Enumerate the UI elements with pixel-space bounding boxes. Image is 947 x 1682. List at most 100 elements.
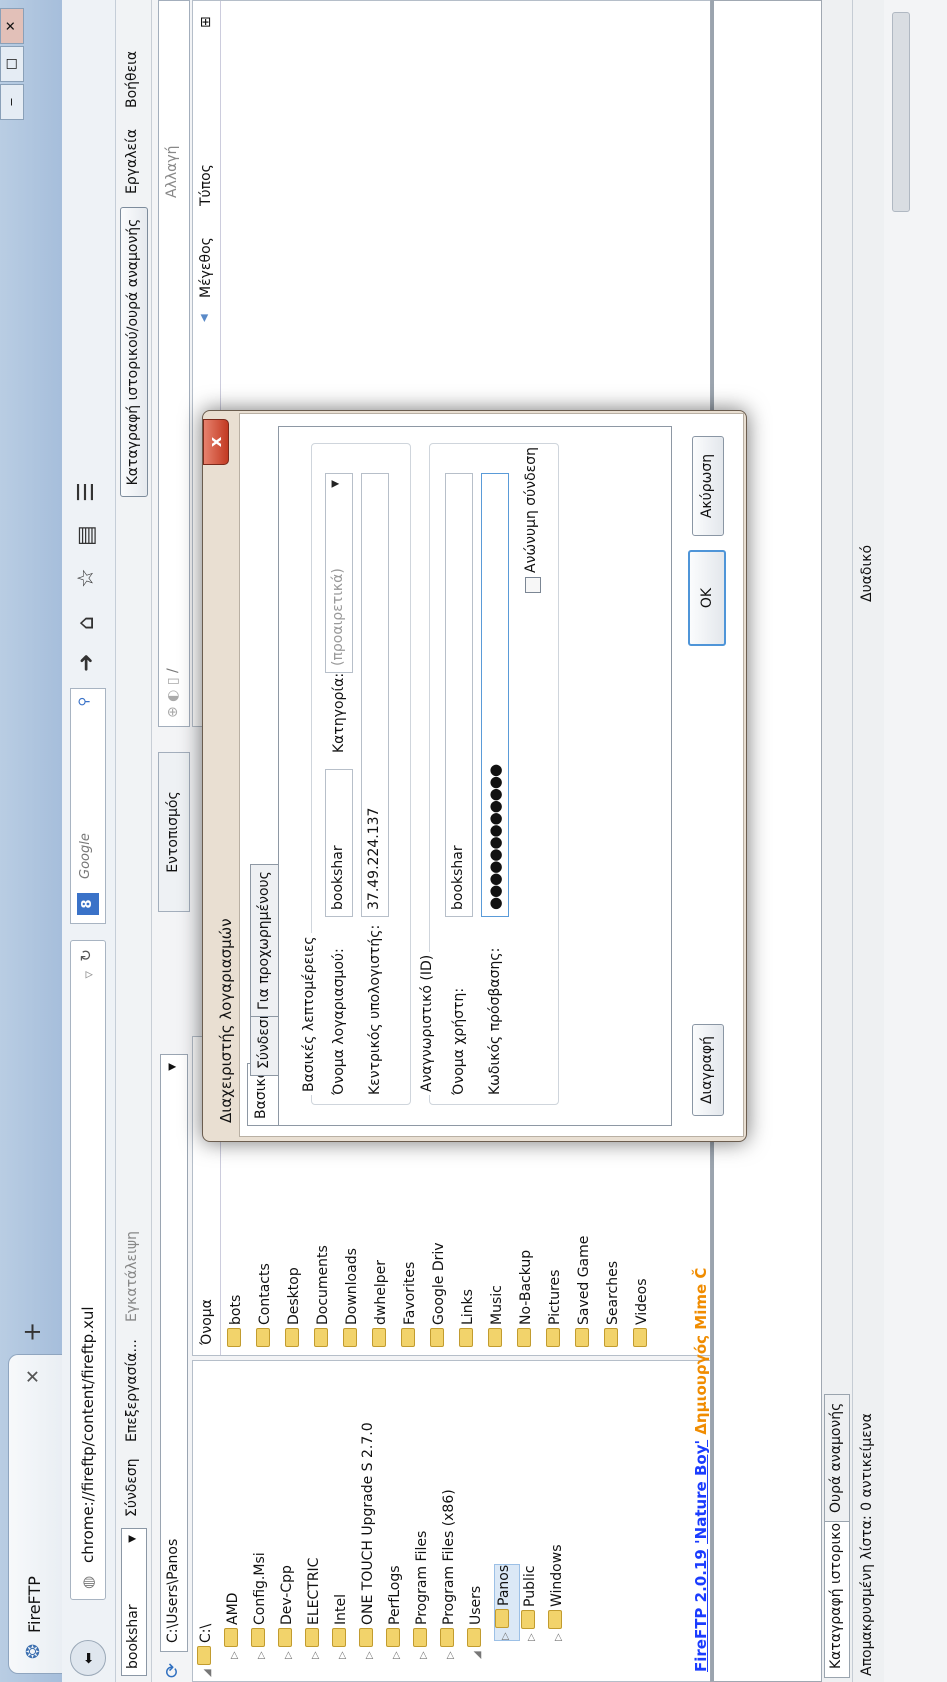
tree-item[interactable]: ▷ AMD	[224, 1593, 248, 1659]
version-link[interactable]: FireFTP 2.0.19	[692, 1549, 710, 1672]
file-row[interactable]: bots	[227, 1295, 249, 1347]
anonymous-checkbox[interactable]	[525, 577, 541, 593]
bookmarks-icon[interactable]: ▤	[74, 525, 99, 546]
connect-button[interactable]: Σύνδεση	[124, 1458, 140, 1517]
new-tab-button[interactable]: +	[18, 1322, 46, 1342]
collapsed-arrow-icon[interactable]: ▷	[418, 1647, 429, 1659]
collapsed-arrow-icon[interactable]: ▷	[256, 1647, 267, 1659]
tree-item[interactable]: ▷ Program Files (x86)	[440, 1489, 464, 1659]
collapsed-arrow-icon[interactable]: ▷	[553, 1629, 564, 1641]
file-row[interactable]: Searches	[604, 1261, 626, 1347]
chevron-down-icon[interactable]: ▼	[167, 1063, 178, 1071]
tree-item[interactable]: ▷ Intel	[332, 1594, 356, 1659]
username-input[interactable]: bookshar	[445, 473, 473, 917]
tree-item[interactable]: ▷ ONE TOUCH Upgrade S 2.7.0	[359, 1422, 383, 1659]
file-row[interactable]: Desktop	[285, 1267, 307, 1347]
collapsed-arrow-icon[interactable]: ▷	[526, 1629, 537, 1641]
tree-item[interactable]: ▷ Dev-Cpp	[278, 1565, 302, 1659]
history-queue-toggle[interactable]: Καταγραφή ιστορικού/ουρά αναμονής	[120, 207, 148, 497]
folder-icon	[430, 1328, 444, 1347]
change-button[interactable]: Αλλαγή	[164, 145, 180, 198]
forward-arrow-icon[interactable]: ➜	[74, 654, 99, 672]
transfer-mode[interactable]: Δυαδικό	[859, 545, 875, 602]
file-row[interactable]: Favorites	[401, 1262, 423, 1347]
menu-help[interactable]: Βοήθεια	[124, 51, 140, 108]
url-text: chrome://fireftp/content/fireftp.xul	[79, 1306, 97, 1564]
locate-button[interactable]: Εντοπισμός	[158, 752, 190, 912]
delete-button[interactable]: Διαγραφή	[692, 1024, 724, 1116]
search-icon[interactable]: ⚲	[77, 697, 92, 707]
url-bar[interactable]: ◍ chrome://fireftp/content/fireftp.xul ▿…	[70, 940, 106, 1600]
column-header-size[interactable]: Μέγεθος	[198, 237, 214, 298]
file-name: Contacts	[257, 1263, 273, 1325]
collapsed-arrow-icon[interactable]: ▷	[391, 1647, 402, 1659]
collapsed-arrow-icon[interactable]: ▷	[229, 1647, 240, 1659]
star-icon[interactable]: ☆	[74, 568, 99, 588]
tree-item[interactable]: ▷ Windows	[548, 1545, 572, 1641]
scroll-thumb[interactable]	[892, 12, 910, 212]
collapsed-arrow-icon[interactable]: ▷	[364, 1647, 375, 1659]
file-name: Links	[460, 1289, 476, 1325]
account-select[interactable]: bookshar ▼	[121, 1528, 147, 1676]
tree-item[interactable]: ▷ Program Files	[413, 1531, 437, 1659]
tab-queue[interactable]: Ουρά αναμονής	[824, 1393, 850, 1522]
password-input[interactable]: ●●●●●●●●●●●●	[481, 473, 509, 917]
minimize-button[interactable]: ‒	[0, 84, 24, 120]
home-icon[interactable]: ⌂	[74, 616, 99, 630]
browser-tab[interactable]: ❂ FireFTP ✕	[8, 1354, 62, 1674]
tree-item[interactable]: ◢ C:\	[197, 1624, 221, 1677]
ok-button[interactable]: OK	[688, 550, 726, 646]
file-row[interactable]: Contacts	[256, 1263, 278, 1347]
tree-item[interactable]: ▷ Config.Msi	[251, 1552, 275, 1659]
category-select[interactable]: (προαιρετικά) ▼	[325, 473, 353, 673]
column-picker-icon[interactable]: ⊞	[198, 16, 214, 28]
column-header-type[interactable]: Τύπος	[198, 164, 214, 206]
collapsed-arrow-icon[interactable]: ▷	[445, 1647, 456, 1659]
file-row[interactable]: Documents	[314, 1245, 336, 1347]
tree-item[interactable]: ▷ ELECTRIC	[305, 1558, 329, 1659]
edit-button[interactable]: Επεξεργασία...	[124, 1339, 140, 1442]
file-row[interactable]: Music	[488, 1285, 510, 1347]
file-row[interactable]: Saved Game	[575, 1236, 597, 1347]
log-tabs: Καταγραφή ιστορικού Ουρά αναμονής	[822, 0, 852, 1682]
tree-item[interactable]: ▷ Public	[521, 1566, 545, 1641]
expanded-arrow-icon[interactable]: ◢	[472, 1647, 483, 1659]
remote-path-input[interactable]: ⊕ ◐ ▯ /	[158, 0, 190, 727]
nickname-link[interactable]: 'Nature Boy'	[692, 1440, 710, 1544]
tree-item[interactable]: ▷ PerfLogs	[386, 1565, 410, 1659]
refresh-icon[interactable]: ⟳	[162, 1656, 186, 1678]
menu-icon[interactable]: ☰	[74, 482, 99, 502]
file-row[interactable]: No-Backup	[517, 1250, 539, 1347]
collapsed-arrow-icon[interactable]: ▷	[337, 1647, 348, 1659]
tab-advanced[interactable]: Για προχωρημένους	[250, 864, 278, 1017]
close-window-button[interactable]: ✕	[0, 8, 24, 44]
dropdown-icon[interactable]: ▿	[79, 971, 97, 979]
page-horizontal-scrollbar[interactable]	[884, 0, 947, 1682]
file-row[interactable]: Pictures	[546, 1270, 568, 1347]
file-row[interactable]: Downloads	[343, 1248, 365, 1347]
abort-button[interactable]: Εγκατάλειψη	[124, 1231, 140, 1322]
collapsed-arrow-icon[interactable]: ▷	[310, 1647, 321, 1659]
menu-tools[interactable]: Εργαλεία	[124, 129, 140, 194]
file-row[interactable]: dwhelper	[372, 1260, 394, 1347]
local-path-input[interactable]: C:\Users\Panos ▼	[160, 1054, 188, 1652]
host-input[interactable]: 37.49.224.137	[361, 473, 389, 917]
maximize-button[interactable]: □	[0, 46, 24, 82]
close-tab-icon[interactable]: ✕	[23, 1369, 44, 1384]
account-name-input[interactable]: bookshar	[325, 769, 353, 917]
search-bar[interactable]: 8 Google ⚲	[70, 688, 106, 924]
tree-item[interactable]: ◢ Users	[467, 1586, 491, 1659]
cancel-button[interactable]: Ακύρωση	[692, 436, 724, 536]
file-row[interactable]: Google Driv	[430, 1242, 452, 1347]
file-row[interactable]: Videos	[633, 1278, 655, 1347]
back-button[interactable]: ⬅	[70, 1640, 106, 1676]
collapsed-arrow-icon[interactable]: ▷	[500, 1628, 511, 1640]
folder-icon	[495, 1609, 509, 1628]
reload-icon[interactable]: ↻	[77, 949, 95, 962]
dialog-close-button[interactable]: x	[203, 419, 229, 465]
tab-history[interactable]: Καταγραφή ιστορικού	[824, 1505, 850, 1678]
file-row[interactable]: Links	[459, 1289, 481, 1347]
tree-item[interactable]: ▷ Panos	[494, 1563, 520, 1641]
expanded-arrow-icon[interactable]: ◢	[202, 1665, 213, 1677]
collapsed-arrow-icon[interactable]: ▷	[283, 1647, 294, 1659]
